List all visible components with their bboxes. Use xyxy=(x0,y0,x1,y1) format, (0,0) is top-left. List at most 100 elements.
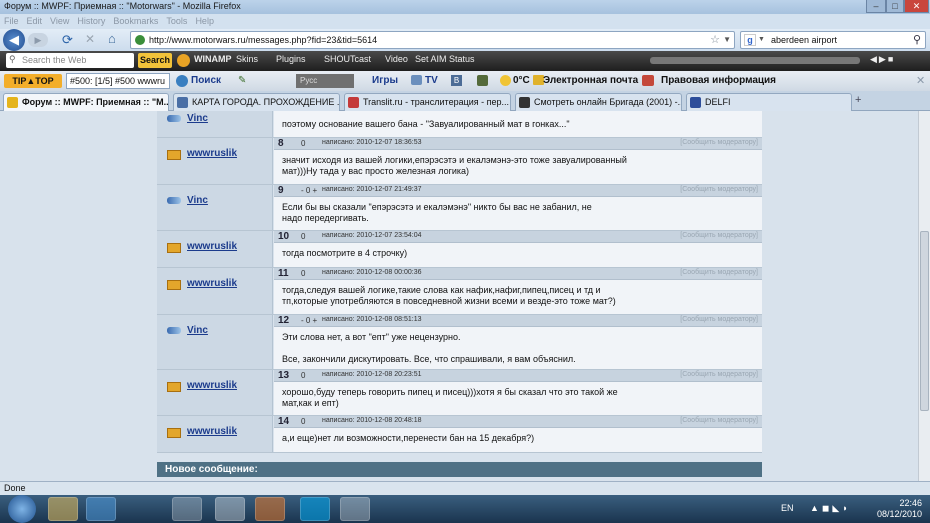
skins-menu[interactable]: Skins xyxy=(236,54,258,64)
history-select[interactable]: #500: [1/5] #500 wwwru xyxy=(66,73,170,89)
winamp-label[interactable]: WINAMP xyxy=(194,54,232,64)
video-menu[interactable]: Video xyxy=(385,54,408,64)
menu-edit[interactable]: Edit xyxy=(27,14,43,29)
post-rating[interactable]: 0 xyxy=(301,371,305,380)
post-rating[interactable]: - 0 + xyxy=(301,316,317,325)
bookmarks-icon[interactable]: ✎ xyxy=(238,75,246,86)
language-indicator[interactable]: EN xyxy=(781,503,794,513)
ie-taskbar-icon[interactable] xyxy=(86,497,116,521)
tab-1[interactable]: Форум :: MWPF: Приемная :: "M... xyxy=(3,93,169,111)
menu-view[interactable]: View xyxy=(50,14,69,29)
post-body: тогда посмотрите в 4 строчку) xyxy=(274,243,762,267)
status-bar: Done xyxy=(0,481,930,495)
forum-post: Vinc поэтому основание вашего бана - "Зав… xyxy=(157,111,762,138)
vk-icon[interactable]: B xyxy=(451,75,462,86)
report-moderator-link[interactable]: [Сообщить модератору] xyxy=(680,316,758,323)
shoutcast-menu[interactable]: SHOUTcast xyxy=(324,54,371,64)
menu-file[interactable]: File xyxy=(4,14,19,29)
post-author-link[interactable]: wwwruslik xyxy=(187,380,237,391)
games-menu[interactable]: Игры xyxy=(372,75,398,86)
bookmark-star-icon[interactable]: ☆ xyxy=(710,33,720,46)
email-menu[interactable]: Электронная почта xyxy=(543,75,638,86)
post-author-link[interactable]: wwwruslik xyxy=(187,426,237,437)
post-author-link[interactable]: Vinc xyxy=(187,195,208,206)
post-author-link[interactable]: Vinc xyxy=(187,113,208,124)
firefox-taskbar-icon[interactable] xyxy=(255,497,285,521)
search-button[interactable]: Поиск xyxy=(191,75,221,86)
ebay-taskbar-icon[interactable] xyxy=(215,497,245,521)
google-icon[interactable]: g xyxy=(744,34,756,46)
post-author-link[interactable]: wwwruslik xyxy=(187,278,237,289)
temperature-label[interactable]: 0°C xyxy=(513,75,530,86)
media-seek-bar[interactable] xyxy=(650,57,860,64)
search-icon[interactable]: ⚲ xyxy=(913,33,921,46)
post-rating[interactable]: 0 xyxy=(301,417,305,426)
history-select-value: #500: [1/5] #500 wwwru xyxy=(70,76,166,86)
minimize-button[interactable]: – xyxy=(866,0,886,13)
report-moderator-link[interactable]: [Сообщить модератору] xyxy=(680,139,758,146)
forward-button[interactable]: ▶ xyxy=(28,33,48,47)
tab-favicon-icon xyxy=(7,97,18,108)
post-author-cell: Vinc xyxy=(157,315,273,369)
legal-menu[interactable]: Правовая информация xyxy=(661,75,776,86)
clock[interactable]: 22:46 08/12/2010 xyxy=(877,498,922,520)
skype-taskbar-icon[interactable] xyxy=(300,497,330,521)
tray-icons[interactable]: ▲◼◣◗ xyxy=(810,503,851,514)
hp-taskbar-icon[interactable] xyxy=(172,497,202,521)
web-search-input[interactable]: ⚲ Search the Web xyxy=(6,53,134,68)
yandex-toolbar: TIP▲TOP #500: [1/5] #500 wwwru Поиск ✎ Р… xyxy=(0,71,930,91)
post-rating[interactable]: 0 xyxy=(301,269,305,278)
search-icon: ⚲ xyxy=(9,54,16,64)
scrollbar-thumb[interactable] xyxy=(920,231,929,411)
aim-status-menu[interactable]: Set AIM Status xyxy=(415,54,475,64)
widget-icon[interactable] xyxy=(477,75,488,86)
post-author-link[interactable]: wwwruslik xyxy=(187,148,237,159)
post-author-link[interactable]: Vinc xyxy=(187,325,208,336)
post-author-link[interactable]: wwwruslik xyxy=(187,241,237,252)
tab-3[interactable]: Translit.ru - транслитерация - пер... xyxy=(344,93,511,111)
paint-taskbar-icon[interactable] xyxy=(340,497,370,521)
post-header: 8 0 написано: 2010-12-07 18:36:53 [Сообщить… xyxy=(274,138,762,150)
engine-dropdown-icon[interactable]: ▼ xyxy=(758,36,765,43)
title-bar: Форум :: MWPF: Приемная :: "Motorwars" -… xyxy=(0,0,930,14)
explorer-taskbar-icon[interactable] xyxy=(48,497,78,521)
user-rank-icon xyxy=(167,243,181,253)
start-button[interactable] xyxy=(8,495,36,523)
post-rating[interactable]: 0 xyxy=(301,139,305,148)
tv-menu[interactable]: TV xyxy=(425,75,438,86)
menu-help[interactable]: Help xyxy=(195,14,214,29)
plugins-menu[interactable]: Plugins xyxy=(276,54,306,64)
search-engine-box[interactable]: g ▼ aberdeen airport ⚲ xyxy=(740,31,926,49)
post-body: Эти слова нет, а вот "епт" уже нецензурн… xyxy=(274,327,762,369)
post-rating[interactable]: 0 xyxy=(301,232,305,241)
web-search-button[interactable]: Search xyxy=(138,53,172,68)
tab-4[interactable]: Смотреть онлайн Бригада (2001) -... xyxy=(515,93,682,111)
report-moderator-link[interactable]: [Сообщить модератору] xyxy=(680,371,758,378)
menu-history[interactable]: History xyxy=(77,14,105,29)
home-icon[interactable]: ⌂ xyxy=(108,31,116,46)
tab-2[interactable]: КАРТА ГОРОДА. ПРОХОЖДЕНИЕ ... xyxy=(173,93,340,111)
close-button[interactable]: ✕ xyxy=(904,0,929,13)
toolbar-close-icon[interactable]: ✕ xyxy=(916,74,925,87)
right-margin xyxy=(762,111,918,481)
reload-icon[interactable]: ⟳ xyxy=(62,32,73,48)
post-rating[interactable]: - 0 + xyxy=(301,186,317,195)
report-moderator-link[interactable]: [Сообщить модератору] xyxy=(680,186,758,193)
new-tab-button[interactable]: + xyxy=(855,94,861,106)
playback-controls[interactable]: ◀▶■ xyxy=(870,54,895,65)
tab-5[interactable]: DELFI xyxy=(686,93,852,111)
menu-tools[interactable]: Tools xyxy=(166,14,187,29)
dropdown-arrow-icon[interactable]: ▼ xyxy=(723,35,731,44)
maximize-button[interactable]: □ xyxy=(886,0,904,13)
stop-icon[interactable]: ✕ xyxy=(85,32,95,46)
report-moderator-link[interactable]: [Сообщить модератору] xyxy=(680,269,758,276)
post-number: 14 xyxy=(278,416,290,427)
vertical-scrollbar[interactable] xyxy=(918,111,930,481)
report-moderator-link[interactable]: [Сообщить модератору] xyxy=(680,232,758,239)
weather-icon xyxy=(500,75,511,86)
report-moderator-link[interactable]: [Сообщить модератору] xyxy=(680,417,758,424)
url-bar[interactable]: http://www.motorwars.ru/messages.php?fid… xyxy=(130,31,735,49)
menu-bookmarks[interactable]: Bookmarks xyxy=(113,14,158,29)
back-button[interactable]: ◀ xyxy=(3,29,25,51)
rus-input-box[interactable]: Русс xyxy=(296,74,354,88)
